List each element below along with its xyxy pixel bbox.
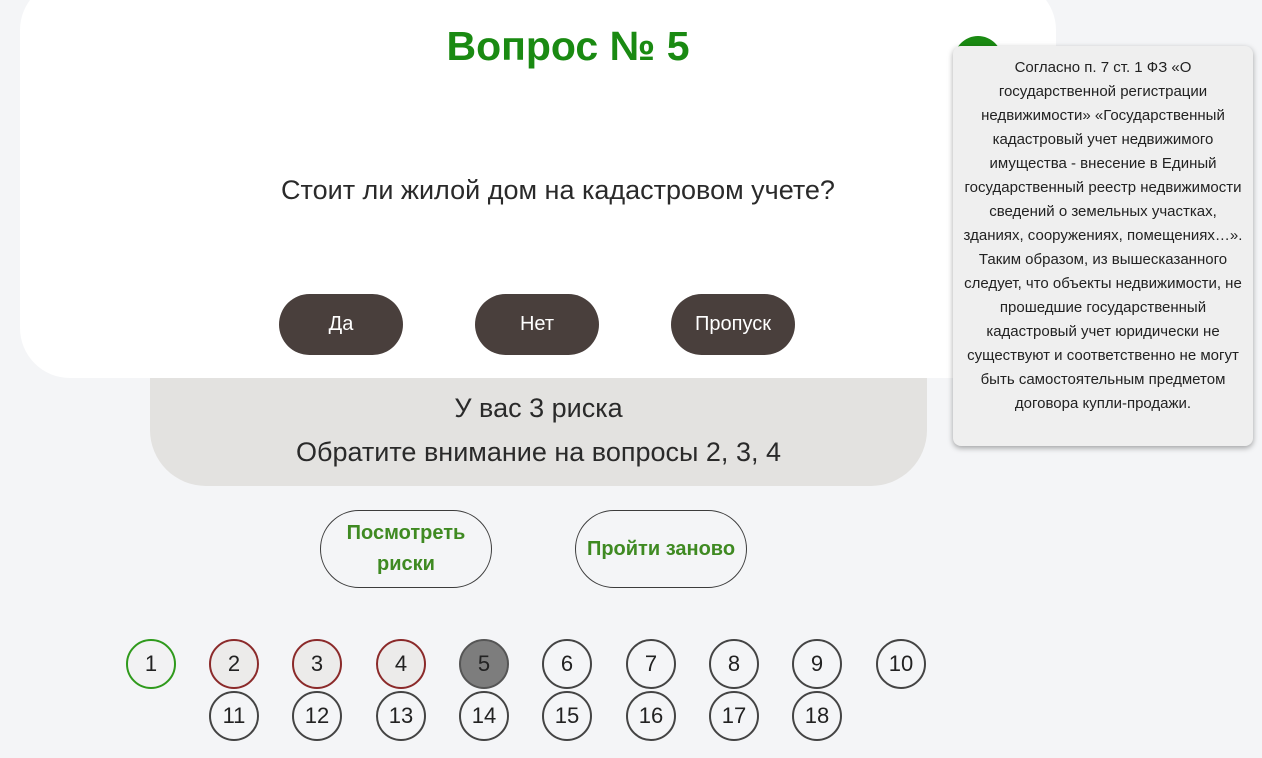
question-nav-item[interactable]: 2 xyxy=(209,639,259,689)
hint-tooltip: Согласно п. 7 ст. 1 ФЗ «О государственно… xyxy=(953,46,1253,446)
question-nav-item[interactable]: 11 xyxy=(209,691,259,741)
question-nav-item[interactable]: 15 xyxy=(542,691,592,741)
question-nav-item[interactable]: 16 xyxy=(626,691,676,741)
question-nav-item[interactable]: 12 xyxy=(292,691,342,741)
quiz-page: У вас 3 риска Обратите внимание на вопро… xyxy=(0,0,1262,758)
question-nav-item[interactable]: 7 xyxy=(626,639,676,689)
question-nav-item[interactable]: 13 xyxy=(376,691,426,741)
answer-no-button[interactable]: Нет xyxy=(475,294,599,355)
risk-attention-text: Обратите внимание на вопросы 2, 3, 4 xyxy=(296,437,781,467)
question-nav-item[interactable]: 17 xyxy=(709,691,759,741)
question-nav-item[interactable]: 5 xyxy=(459,639,509,689)
question-nav-item[interactable]: 3 xyxy=(292,639,342,689)
question-nav-item[interactable]: 18 xyxy=(792,691,842,741)
question-nav-item[interactable]: 6 xyxy=(542,639,592,689)
answer-yes-button[interactable]: Да xyxy=(279,294,403,355)
question-nav-item[interactable]: 8 xyxy=(709,639,759,689)
question-nav-item[interactable]: 4 xyxy=(376,639,426,689)
question-nav-item[interactable]: 9 xyxy=(792,639,842,689)
question-text: Стоит ли жилой дом на кадастровом учете? xyxy=(281,175,835,205)
view-risks-button[interactable]: Посмотреть риски xyxy=(320,510,492,588)
question-nav-item[interactable]: 10 xyxy=(876,639,926,689)
question-nav-item[interactable]: 14 xyxy=(459,691,509,741)
question-nav-item[interactable]: 1 xyxy=(126,639,176,689)
restart-button[interactable]: Пройти заново xyxy=(575,510,747,588)
question-title: Вопрос № 5 xyxy=(446,23,690,69)
risk-count-text: У вас 3 риска xyxy=(454,393,623,423)
answer-skip-button[interactable]: Пропуск xyxy=(671,294,795,355)
